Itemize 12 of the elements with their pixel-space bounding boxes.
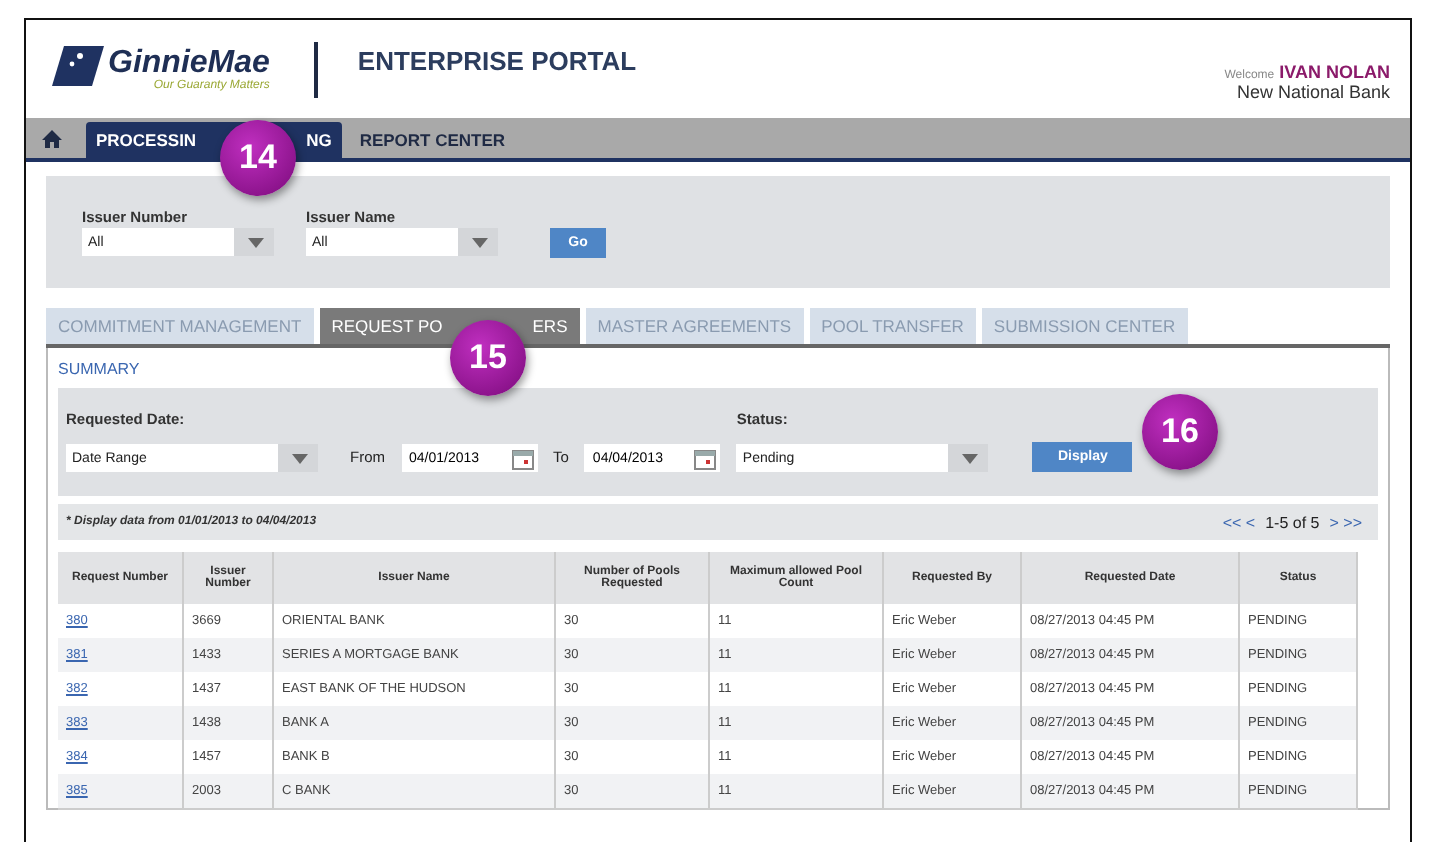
home-icon[interactable] bbox=[42, 130, 62, 148]
calendar-icon[interactable] bbox=[511, 447, 533, 469]
organization-name: New National Bank bbox=[1236, 81, 1390, 101]
next-page-link[interactable]: > >> bbox=[1329, 513, 1362, 531]
previous-page-link[interactable]: << < bbox=[1222, 513, 1256, 531]
calendar-icon[interactable] bbox=[694, 447, 717, 469]
portal-title: ENTERPRISE PORTAL bbox=[357, 46, 637, 76]
page-range: 1-5 of 5 bbox=[1265, 513, 1320, 531]
logo-wordmark: GinnieMae bbox=[108, 46, 270, 80]
flag-logo-icon bbox=[52, 46, 104, 86]
nav-tab[interactable]: REPORT CENTER bbox=[349, 122, 516, 158]
user-name: IVAN NOLAN bbox=[1279, 61, 1390, 81]
